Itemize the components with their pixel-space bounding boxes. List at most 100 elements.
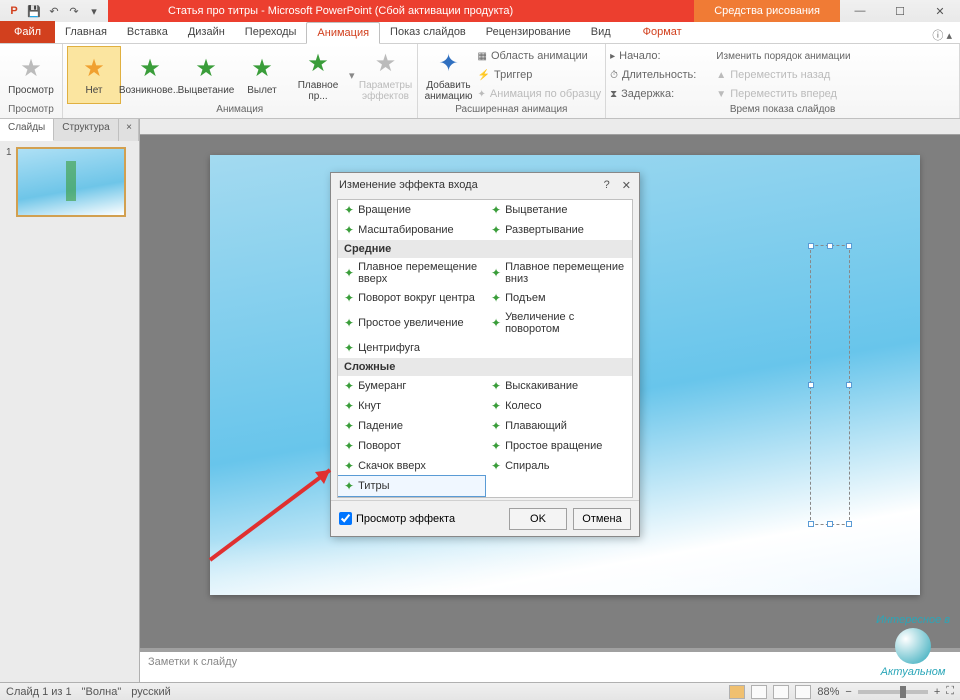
sparkle-icon: ✦ <box>438 49 458 78</box>
effect-item[interactable]: ✦Поворот вокруг центра <box>338 288 485 308</box>
effect-icon: ✦ <box>344 266 354 280</box>
tab-insert[interactable]: Вставка <box>117 21 178 43</box>
slides-tab[interactable]: Слайды <box>0 119 54 141</box>
trigger-button[interactable]: ⚡ Триггер <box>478 66 602 84</box>
effect-item[interactable]: ✦Плавное перемещение вниз <box>485 258 632 288</box>
minimize-button[interactable]: — <box>840 0 880 22</box>
effect-icon: ✦ <box>491 291 501 305</box>
redo-icon[interactable]: ↷ <box>66 3 82 19</box>
dialog-titlebar[interactable]: Изменение эффекта входа ? ✕ <box>331 173 639 197</box>
animation-pane-button[interactable]: ▦ Область анимации <box>478 47 602 65</box>
delay-field[interactable]: ⧗ Задержка: <box>610 85 696 103</box>
tab-review[interactable]: Рецензирование <box>476 21 581 43</box>
ribbon: ★ Просмотр Просмотр ★ Нет ★ Возникнове..… <box>0 44 960 119</box>
anim-flyin[interactable]: ★ Вылет <box>235 46 289 104</box>
tab-view[interactable]: Вид <box>581 21 621 43</box>
slide-thumbnail[interactable] <box>16 147 126 217</box>
effect-item[interactable]: ✦Падение <box>338 416 485 436</box>
tab-transitions[interactable]: Переходы <box>235 21 307 43</box>
zoom-in-icon[interactable]: + <box>934 686 940 698</box>
anim-float[interactable]: ★ Плавное пр... <box>291 46 345 104</box>
anim-none[interactable]: ★ Нет <box>67 46 121 104</box>
outline-tab[interactable]: Структура <box>54 119 118 141</box>
reorder-label: Изменить порядок анимации <box>716 47 850 65</box>
notes-pane[interactable]: Заметки к слайду <box>140 652 960 682</box>
selection-box[interactable] <box>810 245 850 525</box>
effect-icon: ✦ <box>344 419 354 433</box>
tab-design[interactable]: Дизайн <box>178 21 235 43</box>
star-icon: ★ <box>307 49 329 78</box>
status-theme: "Волна" <box>82 686 122 698</box>
effect-item[interactable]: ✦Скачок вверх <box>338 456 485 476</box>
maximize-button[interactable]: ☐ <box>880 0 920 22</box>
effect-icon: ✦ <box>344 291 354 305</box>
effect-item[interactable]: ✦Поворот <box>338 436 485 456</box>
start-field[interactable]: ▸ Начало: <box>610 47 696 65</box>
sorter-view-button[interactable] <box>751 685 767 699</box>
effect-item[interactable]: ✦Центрифуга <box>338 338 485 358</box>
anim-painter-button: ✦ Анимация по образцу <box>478 85 602 103</box>
zoom-level[interactable]: 88% <box>817 686 839 698</box>
normal-view-button[interactable] <box>729 685 745 699</box>
fit-window-icon[interactable]: ⛶ <box>946 685 954 698</box>
effect-item[interactable]: ✦Колесо <box>485 396 632 416</box>
duration-field[interactable]: ⏱ Длительность: <box>610 66 696 84</box>
dialog-help-icon[interactable]: ? <box>604 179 610 192</box>
star-icon: ★ <box>139 54 161 83</box>
effect-icon: ✦ <box>344 223 354 237</box>
anim-fade[interactable]: ★ Выцветание <box>179 46 233 104</box>
effect-item[interactable]: ✦Бумеранг <box>338 376 485 396</box>
thumb-item[interactable]: 1 <box>6 147 133 217</box>
effect-icon: ✦ <box>344 341 354 355</box>
cancel-button[interactable]: Отмена <box>573 508 631 530</box>
preview-button[interactable]: ★ Просмотр <box>4 46 58 104</box>
undo-icon[interactable]: ↶ <box>46 3 62 19</box>
zoom-out-icon[interactable]: − <box>845 686 851 698</box>
tab-animation[interactable]: Анимация <box>306 22 380 44</box>
effect-item[interactable]: ✦Плавающий <box>485 416 632 436</box>
file-tab[interactable]: Файл <box>0 21 55 43</box>
panel-close-icon[interactable]: × <box>120 119 139 141</box>
effect-item[interactable]: ✦Простое увеличение <box>338 308 485 338</box>
tab-home[interactable]: Главная <box>55 21 117 43</box>
drawing-tools-tab: Средства рисования <box>694 0 840 22</box>
effect-item[interactable]: ✦Выцветание <box>485 200 632 220</box>
title-bar: P 💾 ↶ ↷ ▾ Статья про титры - Microsoft P… <box>0 0 960 22</box>
dialog-close-icon[interactable]: ✕ <box>622 179 631 192</box>
effect-item[interactable]: ✦Подъем <box>485 288 632 308</box>
tab-slideshow[interactable]: Показ слайдов <box>380 21 476 43</box>
effect-item[interactable]: ✦Спираль <box>485 456 632 476</box>
effect-item[interactable]: ✦Масштабирование <box>338 220 485 240</box>
status-slide: Слайд 1 из 1 <box>6 686 72 698</box>
save-icon[interactable]: 💾 <box>26 3 42 19</box>
effect-item[interactable]: ✦Выскакивание <box>485 376 632 396</box>
effect-icon: ✦ <box>344 479 354 493</box>
slideshow-view-button[interactable] <box>795 685 811 699</box>
effect-item[interactable]: ✦Развертывание <box>485 220 632 240</box>
effect-item[interactable]: ✦Кнут <box>338 396 485 416</box>
effect-icon: ✦ <box>491 266 501 280</box>
tab-format[interactable]: Формат <box>633 21 692 43</box>
effect-item[interactable]: ✦Увеличение с поворотом <box>485 308 632 338</box>
effect-item[interactable]: ✦Вращение <box>338 200 485 220</box>
close-button[interactable]: ✕ <box>920 0 960 22</box>
effect-item-selected[interactable]: ✦Титры <box>338 476 485 496</box>
effect-icon: ✦ <box>491 439 501 453</box>
add-animation-button[interactable]: ✦ Добавить анимацию <box>422 46 476 104</box>
change-effect-dialog: Изменение эффекта входа ? ✕ ✦Вращение ✦В… <box>330 172 640 537</box>
ok-button[interactable]: OK <box>509 508 567 530</box>
effect-icon: ✦ <box>344 459 354 473</box>
anim-appear[interactable]: ★ Возникнове... <box>123 46 177 104</box>
effect-item[interactable]: ✦Плавное перемещение вверх <box>338 258 485 288</box>
title-area: Статья про титры - Microsoft PowerPoint … <box>108 0 840 22</box>
status-lang[interactable]: русский <box>131 686 170 698</box>
gallery-spinner[interactable]: ▾ <box>347 69 357 82</box>
watermark: Интересное в Актуальном <box>876 614 950 678</box>
effect-item[interactable]: ✦Простое вращение <box>485 436 632 456</box>
effect-list[interactable]: ✦Вращение ✦Выцветание ✦Масштабирование ✦… <box>337 199 633 498</box>
reading-view-button[interactable] <box>773 685 789 699</box>
ribbon-help-icon[interactable]: ⓘ ▴ <box>924 27 960 43</box>
qat-dropdown-icon[interactable]: ▾ <box>86 3 102 19</box>
preview-checkbox[interactable]: Просмотр эффекта <box>339 512 503 525</box>
zoom-slider[interactable] <box>858 690 928 694</box>
